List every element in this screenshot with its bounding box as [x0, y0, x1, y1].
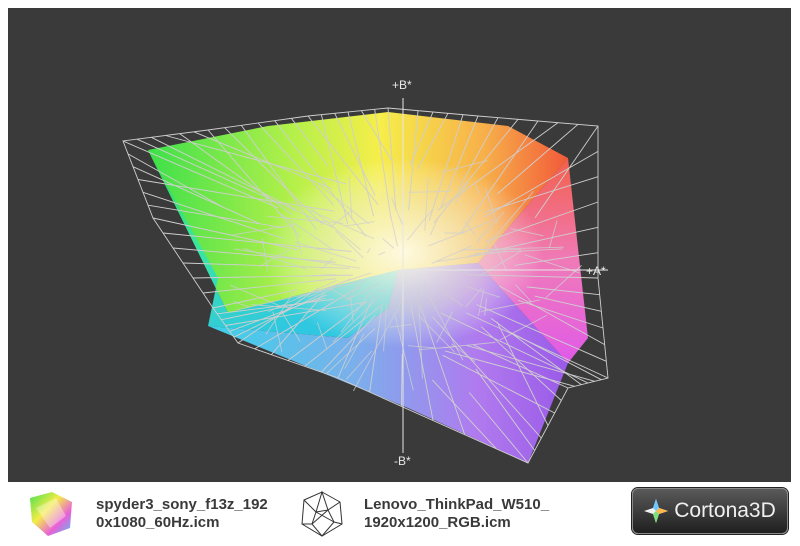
- axis-label-b-plus: +B*: [392, 78, 412, 92]
- legend-label-wireframe-line1: Lenovo_ThinkPad_W510_: [364, 496, 550, 513]
- legend-item-solid[interactable]: spyder3_sony_f13z_192 0x1080_60Hz.icm: [26, 488, 268, 540]
- axis-label-b-minus: -B*: [394, 454, 411, 468]
- axis-label-a-plus: +A*: [586, 264, 606, 278]
- legend-label-solid: spyder3_sony_f13z_192 0x1080_60Hz.icm: [96, 496, 268, 532]
- legend-label-solid-line2: 0x1080_60Hz.icm: [96, 514, 220, 531]
- legend-label-wireframe: Lenovo_ThinkPad_W510_ 1920x1200_RGB.icm: [364, 496, 549, 532]
- legend-label-wireframe-line2: 1920x1200_RGB.icm: [364, 514, 511, 531]
- brand-name: Cortona3D: [674, 499, 776, 522]
- wireframe-gamut-icon: [301, 490, 343, 537]
- gamut-3d-viewport[interactable]: +B* -B* +A*: [8, 8, 791, 482]
- solid-gamut-icon: [30, 492, 72, 536]
- legend-item-wireframe[interactable]: Lenovo_ThinkPad_W510_ 1920x1200_RGB.icm: [296, 488, 549, 540]
- legend-label-solid-line1: spyder3_sony_f13z_192: [96, 496, 268, 513]
- cortona-star-icon: [644, 499, 669, 523]
- cortona3d-logo-button[interactable]: Cortona3D: [632, 488, 788, 534]
